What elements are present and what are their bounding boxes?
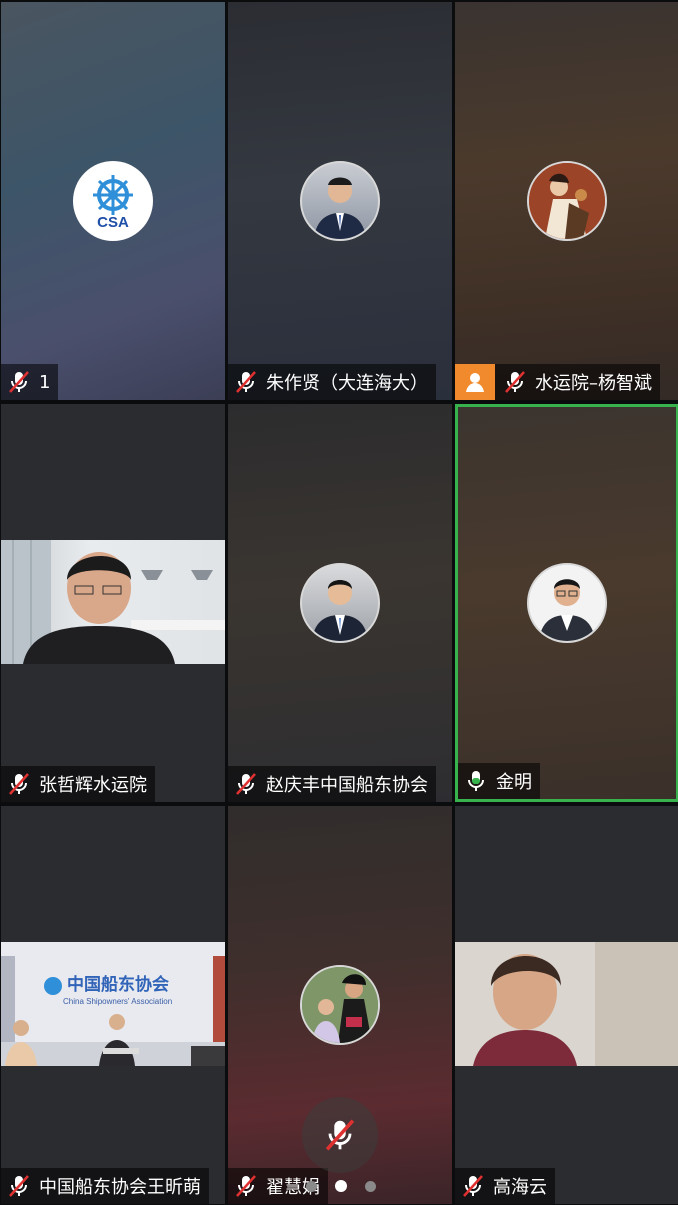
name-bar: 中国船东协会王昕萌 [1,1168,209,1204]
participant-name: 金明 [496,772,532,793]
avatar [300,563,380,643]
logo-abbr: CSA [97,214,129,231]
mic-muted-icon[interactable] [5,770,33,798]
participant-tile-7[interactable]: 中国船东协会 China Shipowners' Association 中国船… [1,806,225,1204]
mic-on-icon[interactable] [462,767,490,795]
csa-logo: CSA [73,161,153,241]
page-dot-3[interactable] [365,1180,376,1192]
page-dot-1[interactable] [306,1180,317,1192]
room-sign-en: China Shipowners' Association [63,997,172,1006]
mic-muted-icon[interactable] [459,1172,487,1200]
mic-muted-icon[interactable] [5,368,33,396]
room-sign-zh: 中国船东协会 [67,974,169,994]
mic-muted-icon[interactable] [5,1172,33,1200]
host-badge-icon [455,364,495,400]
name-bar: 朱作贤（大连海大） [228,364,436,400]
participant-tile-4[interactable]: 张哲辉水运院 [1,404,225,802]
camera-video [455,942,678,1066]
name-bar: 赵庆丰中国船东协会 [228,766,436,802]
camera-video: 中国船东协会 China Shipowners' Association [1,942,225,1066]
camera-video [1,540,225,664]
mic-muted-icon [325,1119,355,1151]
mute-toggle-button[interactable] [302,1097,378,1173]
mic-muted-icon[interactable] [232,368,260,396]
mic-muted-icon[interactable] [501,368,529,396]
participant-name: 1 [39,371,51,393]
participant-tile-5[interactable]: 赵庆丰中国船东协会 [228,404,452,802]
name-bar: 张哲辉水运院 [1,766,155,802]
page-indicator[interactable] [306,1180,376,1192]
name-bar: 水运院–杨智斌 [455,364,660,400]
participant-name: 赵庆丰中国船东协会 [266,775,428,796]
participant-tile-2[interactable]: 朱作贤（大连海大） [228,2,452,400]
page-dot-2-current[interactable] [335,1180,347,1192]
participant-name: 水运院–杨智斌 [535,373,652,394]
participant-name: 高海云 [493,1177,547,1198]
avatar [527,161,607,241]
participant-name: 中国船东协会王昕萌 [39,1177,201,1198]
mic-muted-icon[interactable] [232,1172,260,1200]
participant-name: 张哲辉水运院 [39,775,147,796]
mic-muted-icon[interactable] [232,770,260,798]
participant-tile-3[interactable]: 水运院–杨智斌 [455,2,678,400]
name-bar: 高海云 [455,1168,555,1204]
name-bar: 金明 [458,763,540,799]
avatar [300,965,380,1045]
participant-name: 朱作贤（大连海大） [266,373,428,394]
participant-tile-9[interactable]: 高海云 [455,806,678,1204]
avatar [527,563,607,643]
avatar [300,161,380,241]
name-bar: 1 [1,364,59,400]
participant-tile-1[interactable]: CSA 1 [1,2,225,400]
participant-tile-6-speaking[interactable]: 金明 [455,404,678,802]
